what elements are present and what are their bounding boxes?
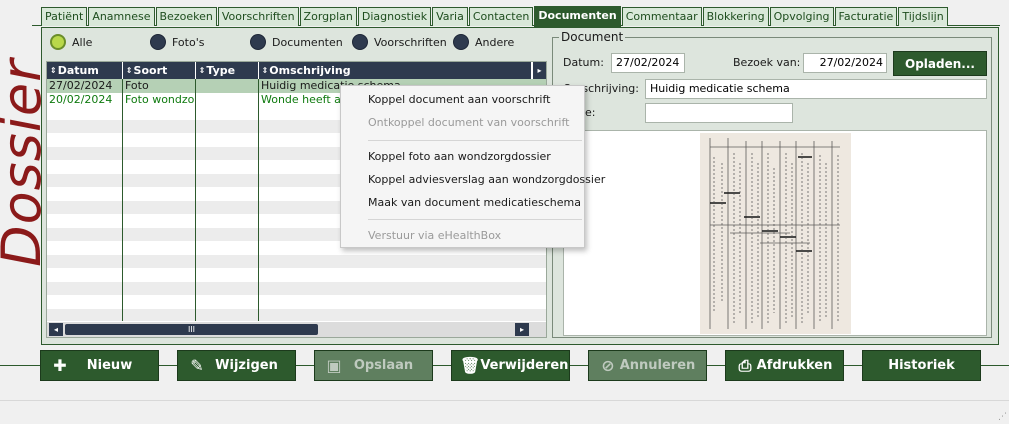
filter-label: Documenten [272,35,343,49]
extra-field[interactable] [645,103,793,123]
radio-icon [250,34,266,50]
scroll-right-icon[interactable]: ▸ [515,323,529,336]
tab-anamnese[interactable]: Anamnese [88,7,155,26]
cell-soort: Foto [125,79,149,92]
tab-documenten[interactable]: Documenten [534,6,621,27]
nieuw-button[interactable]: ✚ Nieuw [40,350,159,381]
radio-icon [150,34,166,50]
verwijderen-button[interactable]: 🗑 Verwijderen [451,350,570,381]
tab-bezoeken[interactable]: Bezoeken [155,7,217,26]
bezoek-label: Bezoek van: [733,56,801,69]
radio-icon [352,34,368,50]
filter-label: Andere [475,35,515,49]
printer-icon: ⎙ [738,355,752,375]
column-divider [258,79,259,321]
sort-icon: ⇕ [198,66,206,75]
menu-item-koppel-foto-wondzorg[interactable]: Koppel foto aan wondzorgdossier [368,150,551,163]
filter-label: Voorschriften [374,35,447,49]
plus-icon: ✚ [53,356,67,375]
menu-item-koppel-voorschrift[interactable]: Koppel document aan voorschrift [368,93,550,106]
tab-blokkering[interactable]: Blokkering [702,7,769,26]
tab-commentaar[interactable]: Commentaar [621,7,702,26]
afdrukken-button[interactable]: ⎙ Afdrukken [725,350,844,381]
document-legend: Document [559,30,626,44]
filter-voorschriften[interactable]: Voorschriften [352,34,453,50]
upload-button[interactable]: Opladen... [893,51,987,76]
menu-item-maak-medicatieschema[interactable]: Maak van document medicatieschema [368,196,581,209]
pencil-icon: ✎ [190,356,204,375]
tab-patient[interactable]: Patiënt [41,7,88,26]
cell-datum: 27/02/2024 [49,79,113,92]
trash-icon: 🗑 [460,356,481,375]
grid-header: ⇕Datum ⇕Soort ⇕Type ⇕Omschrijving ▸ [47,62,546,79]
scanned-document-image [700,133,851,334]
scroll-left-icon[interactable]: ◂ [49,323,63,336]
scrollbar-thumb[interactable]: III [65,324,318,335]
column-header-type[interactable]: ⇕Type [196,62,259,79]
document-preview [563,130,987,336]
opslaan-button[interactable]: ▣ Opslaan [314,350,433,381]
status-bar: ⋰ [0,400,1009,424]
filter-radio-group: Alle Foto's Documenten Voorschriften And… [50,34,514,50]
cell-type [196,93,259,107]
filter-alle[interactable]: Alle [50,34,150,50]
menu-separator [368,140,582,141]
column-header-omschrijving[interactable]: ⇕Omschrijving [259,62,533,79]
filter-documenten[interactable]: Documenten [250,34,352,50]
annuleren-button[interactable]: ⊘ Annuleren [588,350,707,381]
tab-opvolging[interactable]: Opvolging [769,7,834,26]
menu-item-koppel-adviesverslag[interactable]: Koppel adviesverslag aan wondzorgdossier [368,173,605,186]
cell-datum: 20/02/2024 [49,92,113,106]
column-divider [195,79,196,321]
cancel-icon: ⊘ [601,356,615,375]
tab-facturatie[interactable]: Facturatie [834,7,898,26]
menu-item-ontkoppel-voorschrift: Ontkoppel document van voorschrift [368,116,570,129]
cell-soort: Foto wondzorg [125,92,196,106]
menu-separator [368,219,582,220]
cell-type [196,79,259,93]
column-header-datum[interactable]: ⇕Datum [47,62,123,79]
radio-selected-icon [50,34,66,50]
document-details: Document Datum: 27/02/2024 Bezoek van: 2… [552,30,992,338]
resize-grip-icon[interactable]: ⋰ [998,412,1007,422]
datum-label: Datum: [563,56,604,69]
sort-icon: ⇕ [125,66,133,75]
omschrijving-field[interactable]: Huidig medicatie schema [645,79,987,99]
scroll-right-icon[interactable]: ▸ [532,62,546,79]
sort-icon: ⇕ [261,66,269,75]
bezoek-field[interactable]: 27/02/2024 [803,53,887,73]
sort-icon: ⇕ [50,66,57,75]
horizontal-scrollbar[interactable]: ◂ III ▸ [47,322,546,337]
tab-bar: Patiënt Anamnese Bezoeken Voorschriften … [41,6,949,27]
wijzigen-button[interactable]: ✎ Wijzigen [177,350,296,381]
floppy-icon: ▣ [326,356,342,375]
column-divider [122,79,123,321]
tab-diagnostiek[interactable]: Diagnostiek [357,7,432,26]
menu-item-verstuur-ehealthbox: Verstuur via eHealthBox [368,229,502,242]
filter-andere[interactable]: Andere [453,34,514,50]
extra-label: e: [585,106,596,119]
tab-voorschriften[interactable]: Voorschriften [217,7,299,26]
filter-label: Foto's [172,35,205,49]
scan-drawing [700,133,851,334]
datum-field[interactable]: 27/02/2024 [611,53,685,73]
tab-tijdslijn[interactable]: Tijdslijn [898,7,948,26]
historiek-button[interactable]: Historiek [862,350,981,381]
column-header-soort[interactable]: ⇕Soort [123,62,196,79]
radio-icon [453,34,469,50]
filter-fotos[interactable]: Foto's [150,34,250,50]
tab-zorgplan[interactable]: Zorgplan [299,7,357,26]
tab-varia[interactable]: Varia [432,7,468,26]
filter-label: Alle [72,35,93,49]
context-menu: Koppel document aan voorschrift Ontkoppe… [340,85,605,248]
tab-contacten[interactable]: Contacten [468,7,534,26]
